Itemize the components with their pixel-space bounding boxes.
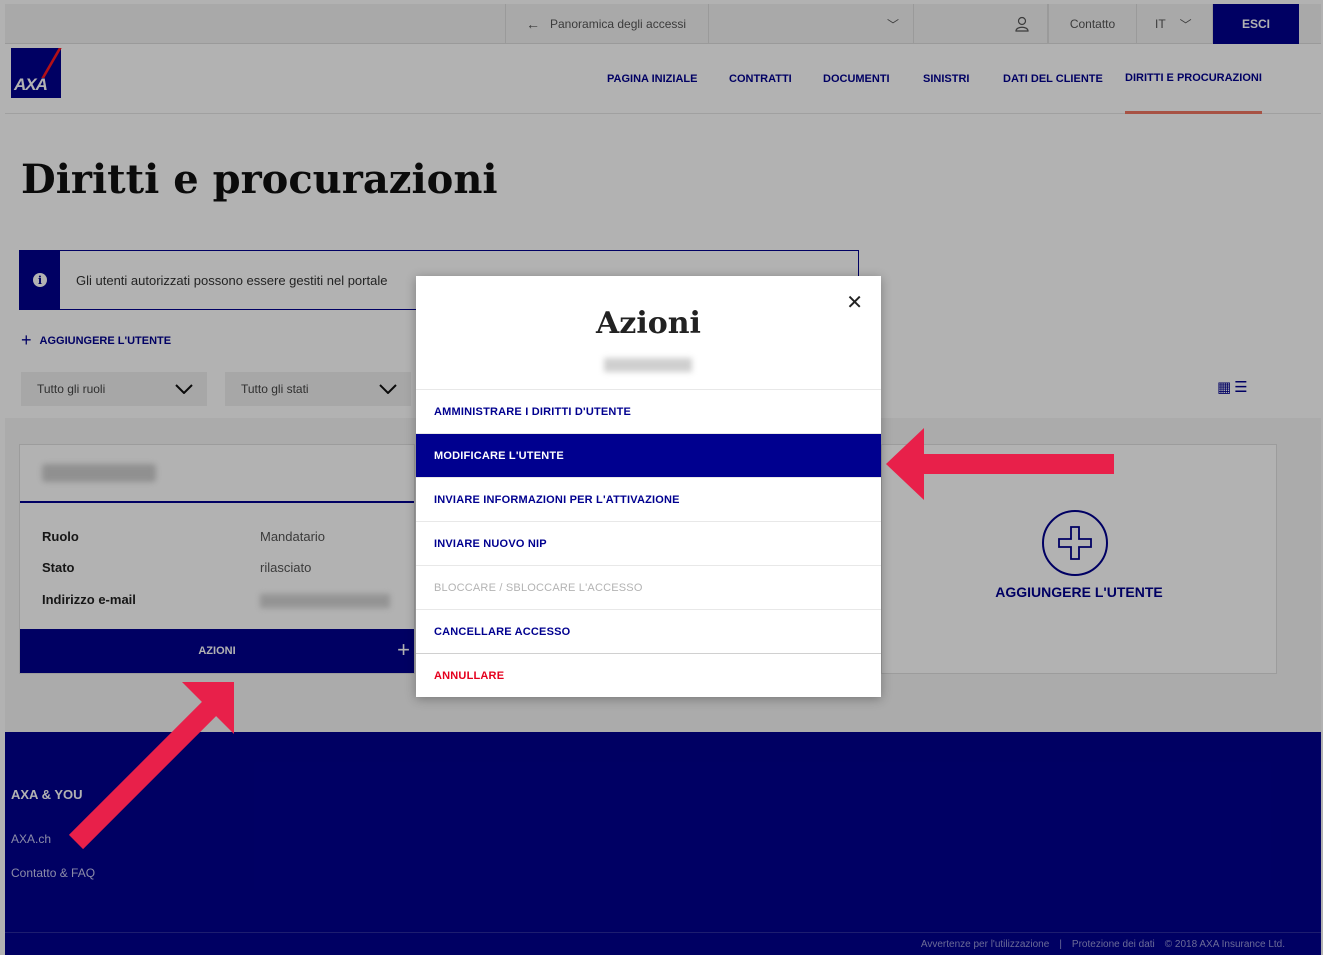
menu-item-block-access: BLOCCARE / SBLOCCARE L'ACCESSO xyxy=(416,565,881,609)
menu-item-send-pin[interactable]: INVIARE NUOVO NIP xyxy=(416,521,881,565)
modal-title: Azioni xyxy=(596,306,701,341)
menu-item-manage-rights[interactable]: AMMINISTRARE I DIRITTI D'UTENTE xyxy=(416,389,881,433)
redacted-modal-user xyxy=(604,358,692,372)
menu-item-edit-user[interactable]: MODIFICARE L'UTENTE xyxy=(416,433,881,477)
actions-menu: AMMINISTRARE I DIRITTI D'UTENTE MODIFICA… xyxy=(416,389,881,697)
menu-item-send-activation[interactable]: INVIARE INFORMAZIONI PER L'ATTIVAZIONE xyxy=(416,477,881,521)
actions-modal: ✕ Azioni AMMINISTRARE I DIRITTI D'UTENTE… xyxy=(416,276,881,697)
cancel-button[interactable]: ANNULLARE xyxy=(416,653,881,697)
menu-item-delete-access[interactable]: CANCELLARE ACCESSO xyxy=(416,609,881,653)
